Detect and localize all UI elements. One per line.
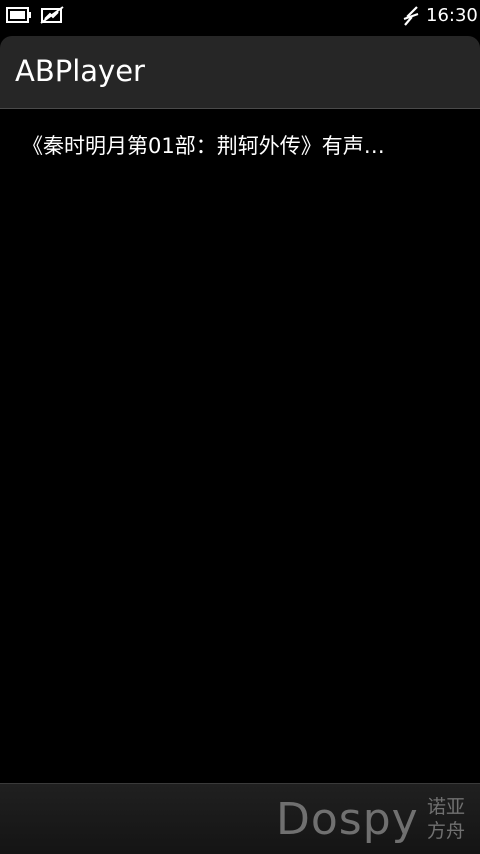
title-bar: ABPlayer xyxy=(0,36,480,109)
audiobook-list: 《秦时明月第01部：荆轲外传》有声… xyxy=(0,110,480,783)
page-title: ABPlayer xyxy=(15,54,145,88)
battery-icon xyxy=(6,7,32,23)
bottom-toolbar: Dospy 诺亚 方舟 xyxy=(0,783,480,854)
watermark-cn-line1: 诺亚 xyxy=(427,796,466,818)
watermark-word: Dospy xyxy=(276,794,419,845)
list-item-label: 《秦时明月第01部：荆轲外传》有声… xyxy=(22,134,385,158)
signal-off-icon xyxy=(40,6,64,24)
watermark-cn-line2: 方舟 xyxy=(427,820,466,842)
dospy-watermark: Dospy 诺亚 方舟 xyxy=(276,794,476,846)
status-bar: 16:30 xyxy=(0,0,480,32)
list-item[interactable]: 《秦时明月第01部：荆轲外传》有声… xyxy=(0,110,480,182)
network-icon xyxy=(402,5,420,27)
status-clock: 16:30 xyxy=(426,5,478,26)
